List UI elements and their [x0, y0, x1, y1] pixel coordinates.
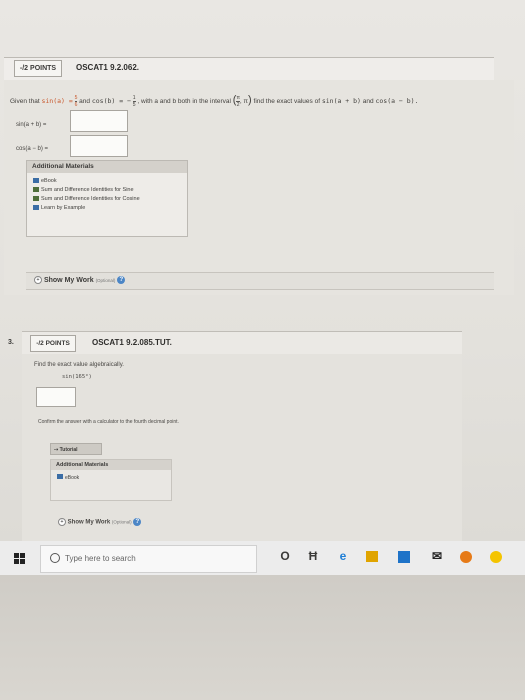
show-my-work-toggle[interactable]: + Show My Work (Optional) ?	[26, 272, 494, 290]
show-my-work-toggle[interactable]: + Show My Work (Optional) ?	[58, 518, 142, 526]
help-icon[interactable]: ?	[133, 518, 142, 526]
help-icon[interactable]: ?	[117, 276, 126, 285]
material-link[interactable]: Sum and Difference Identities for Cosine	[27, 195, 187, 204]
taskbar: Type here to search O Ħ e ✉	[0, 541, 525, 575]
question-id: OSCAT1 9.2.085.TUT.	[92, 338, 172, 347]
additional-materials-panel: Additional Materials eBook	[50, 459, 172, 501]
cortana-icon[interactable]: O	[278, 549, 292, 563]
browser-viewport: -/2 POINTS OSCAT1 9.2.062. Given that si…	[0, 0, 525, 575]
answer-1-input[interactable]	[70, 110, 128, 132]
question-3-expression: sin(165°)	[62, 374, 92, 380]
material-link[interactable]: eBook	[51, 470, 171, 486]
expand-icon: +	[34, 276, 42, 285]
sin-a-label: sin(a) =	[41, 97, 73, 105]
answer-1-label: sin(a + b) =	[16, 122, 47, 128]
cos-b-fraction: 15	[132, 94, 136, 108]
question-1-header: -/2 POINTS OSCAT1 9.2.062.	[4, 57, 494, 81]
desk-surface	[0, 575, 525, 700]
example-icon	[33, 205, 39, 211]
tutorial-button[interactable]: ⇢ Tutorial	[50, 443, 102, 455]
answer-3-input[interactable]	[36, 387, 76, 407]
edge-browser-icon[interactable]: e	[336, 549, 350, 563]
material-link[interactable]: eBook	[27, 177, 187, 186]
answer-2-label: cos(a − b) =	[16, 146, 49, 152]
prompt-text: Given that	[10, 98, 40, 105]
additional-materials-header: Additional Materials	[27, 161, 187, 173]
question-id: OSCAT1 9.2.062.	[76, 63, 139, 72]
sin-a-fraction: 56	[74, 94, 78, 108]
search-placeholder: Type here to search	[65, 554, 136, 563]
cos-b-label: cos(b) = −	[91, 97, 131, 105]
video-icon	[33, 187, 39, 193]
task-view-icon[interactable]: Ħ	[306, 549, 320, 563]
question-1-body: Given that sin(a) = 56 and cos(b) = − 15…	[4, 80, 514, 295]
ebook-icon	[57, 474, 63, 479]
mail-icon[interactable]: ✉	[430, 549, 444, 563]
app-icon[interactable]	[460, 551, 472, 563]
search-icon	[50, 553, 60, 563]
material-link[interactable]: Sum and Difference Identities for Sine	[27, 186, 187, 195]
question-3-header: -/2 POINTS OSCAT1 9.2.085.TUT.	[22, 331, 462, 355]
file-explorer-icon[interactable]	[366, 551, 378, 562]
expand-icon: +	[58, 518, 66, 526]
ebook-icon	[33, 178, 39, 184]
question-1-prompt: Given that sin(a) = 56 and cos(b) = − 15…	[10, 94, 419, 108]
chrome-icon[interactable]	[490, 551, 502, 563]
question-3-number: 3.	[8, 339, 14, 346]
points-badge: -/2 POINTS	[30, 335, 76, 352]
answer-2-input[interactable]	[70, 135, 128, 157]
points-badge: -/2 POINTS	[14, 60, 62, 77]
confirm-text: Confirm the answer with a calculator to …	[38, 419, 179, 425]
question-3-prompt: Find the exact value algebraically.	[34, 362, 124, 368]
additional-materials-panel: Additional Materials eBook Sum and Diffe…	[26, 160, 188, 237]
taskbar-search-box[interactable]: Type here to search	[40, 545, 257, 573]
windows-start-icon[interactable]	[14, 553, 26, 565]
material-link[interactable]: Learn by Example	[27, 204, 187, 213]
video-icon	[33, 196, 39, 202]
store-icon[interactable]	[398, 551, 410, 563]
additional-materials-header: Additional Materials	[51, 460, 171, 470]
